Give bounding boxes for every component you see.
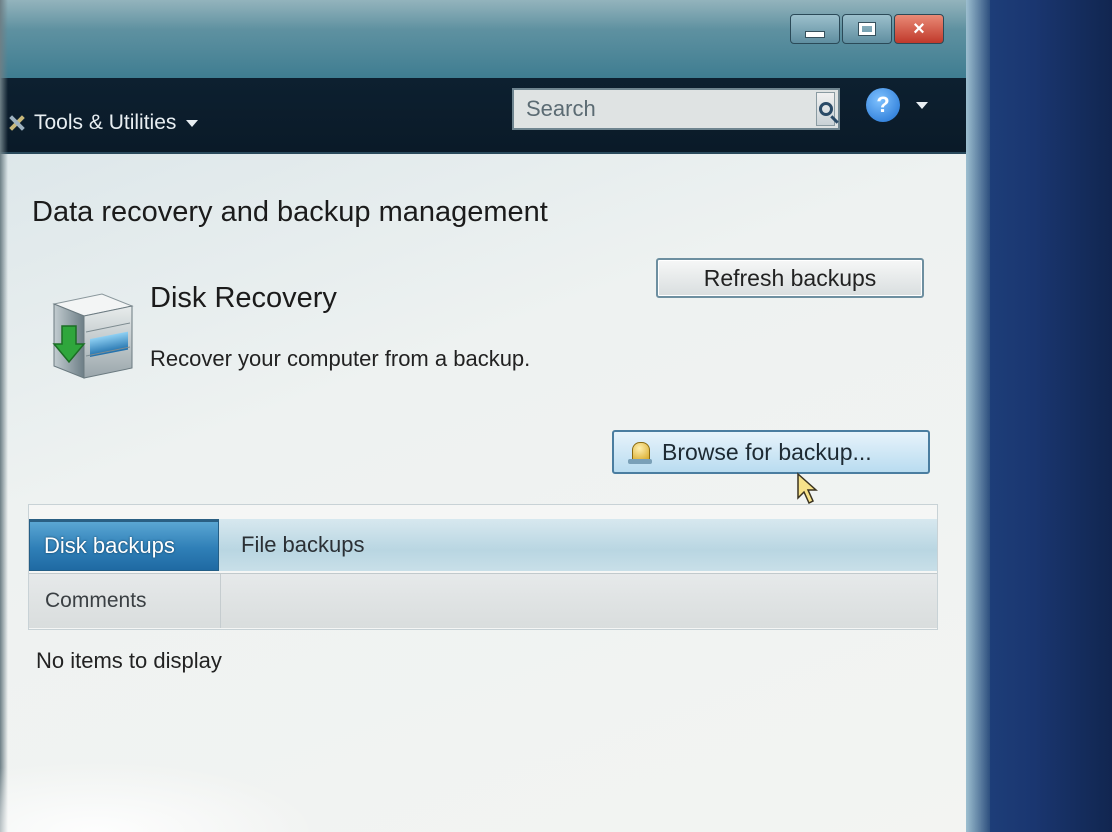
- disk-recovery-icon: [52, 293, 134, 379]
- title-bar[interactable]: ×: [0, 0, 990, 78]
- browse-icon: [628, 439, 654, 465]
- minimize-button[interactable]: [790, 14, 840, 44]
- mouse-cursor-icon: [797, 472, 818, 505]
- chevron-down-icon: [186, 119, 199, 127]
- disk-recovery-description: Recover your computer from a backup.: [150, 346, 531, 371]
- toolbar: Tools & Utilities ?: [0, 78, 990, 154]
- help-menu-chevron-icon[interactable]: [916, 102, 928, 109]
- disk-recovery-title: Disk Recovery: [150, 282, 337, 314]
- backup-window: × Tools & Utilities ? Data recovery and …: [0, 0, 990, 832]
- column-header-comments[interactable]: Comments: [29, 574, 221, 628]
- tab-strip: Disk backups File backups: [29, 519, 937, 571]
- search-button[interactable]: [816, 92, 835, 126]
- magnifier-icon: [818, 102, 833, 116]
- window-border: [966, 0, 990, 832]
- close-icon: ×: [913, 18, 925, 40]
- empty-list-message: No items to display: [36, 648, 222, 673]
- browse-for-backup-button[interactable]: Browse for backup...: [612, 430, 930, 474]
- tools-menu-label: Tools & Utilities: [34, 111, 177, 134]
- page-title: Data recovery and backup management: [32, 196, 548, 228]
- tools-utilities-menu[interactable]: Tools & Utilities: [6, 108, 199, 138]
- tools-icon: [6, 112, 28, 134]
- main-content: Data recovery and backup management Refr…: [0, 154, 990, 832]
- refresh-backups-button[interactable]: Refresh backups: [656, 258, 924, 298]
- search-input[interactable]: [514, 89, 816, 129]
- window-controls: ×: [790, 14, 944, 44]
- maximize-icon: [858, 22, 876, 36]
- tab-file-backups[interactable]: File backups: [227, 519, 379, 571]
- help-icon[interactable]: ?: [866, 88, 900, 122]
- maximize-button[interactable]: [842, 14, 892, 44]
- minimize-icon: [805, 30, 825, 38]
- backup-list: Disk backups File backups Comments: [28, 504, 938, 630]
- column-header-row: Comments: [29, 573, 937, 628]
- browse-button-label: Browse for backup...: [662, 438, 872, 465]
- desktop-background: [982, 0, 1112, 832]
- search-box: [512, 88, 840, 130]
- tab-disk-backups[interactable]: Disk backups: [29, 519, 219, 571]
- close-button[interactable]: ×: [894, 14, 944, 44]
